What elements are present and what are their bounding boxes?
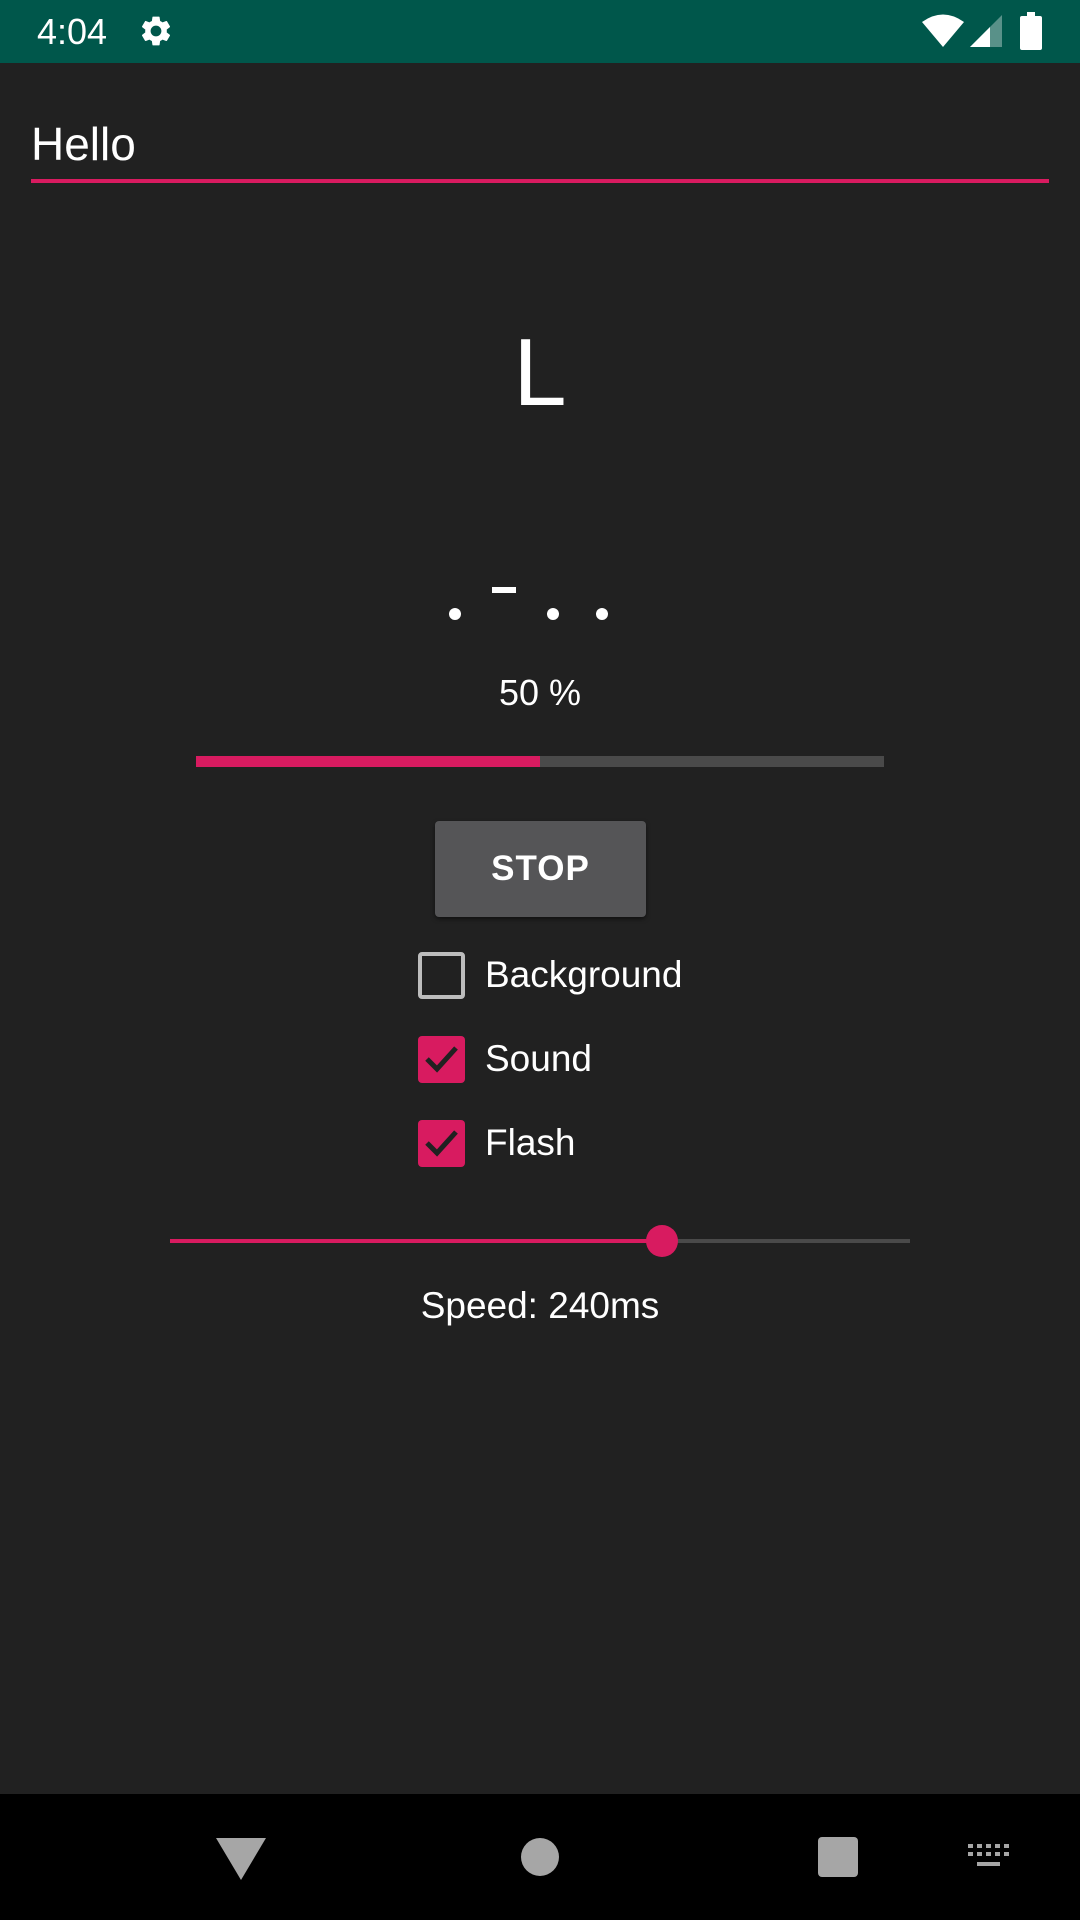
recents-icon[interactable]	[818, 1837, 858, 1877]
keyboard-icon[interactable]	[968, 1844, 1010, 1870]
message-input[interactable]: Hello	[31, 112, 1049, 184]
status-bar: 4:04	[0, 0, 1080, 63]
morse-code-display	[440, 575, 620, 625]
speed-slider-thumb[interactable]	[646, 1225, 679, 1257]
speed-label: Speed: 240ms	[420, 1285, 660, 1326]
morse-dot	[596, 608, 608, 620]
morse-dot	[547, 608, 559, 620]
sound-checkbox[interactable]	[418, 1035, 465, 1083]
app-screen: 4:04 Hello L 50 % STOP Background Sound …	[0, 0, 1080, 1920]
cell-signal-icon	[970, 15, 1002, 47]
progress-fill	[196, 756, 540, 767]
home-icon[interactable]	[521, 1838, 559, 1876]
gear-icon	[141, 16, 171, 46]
flash-label: Flash	[485, 1122, 576, 1163]
sound-label: Sound	[485, 1038, 592, 1079]
background-checkbox[interactable]	[418, 951, 465, 999]
input-underline	[31, 179, 1049, 183]
check-icon	[425, 1045, 458, 1073]
stop-button[interactable]: STOP	[435, 821, 646, 917]
background-checkbox-row[interactable]: Background	[418, 950, 682, 1000]
progress-bar	[196, 756, 884, 767]
flash-checkbox[interactable]	[418, 1119, 465, 1167]
wifi-icon	[922, 14, 964, 47]
morse-dash	[492, 587, 516, 593]
background-label: Background	[485, 954, 683, 995]
status-time: 4:04	[37, 11, 108, 52]
check-icon	[425, 1129, 458, 1157]
speed-slider-active	[170, 1239, 663, 1243]
current-letter: L	[513, 319, 567, 426]
battery-icon	[1020, 12, 1042, 50]
flash-checkbox-row[interactable]: Flash	[418, 1118, 575, 1168]
sound-checkbox-row[interactable]: Sound	[418, 1034, 592, 1084]
back-icon[interactable]	[216, 1836, 266, 1882]
morse-dot	[449, 608, 461, 620]
progress-percent: 50 %	[498, 672, 582, 713]
